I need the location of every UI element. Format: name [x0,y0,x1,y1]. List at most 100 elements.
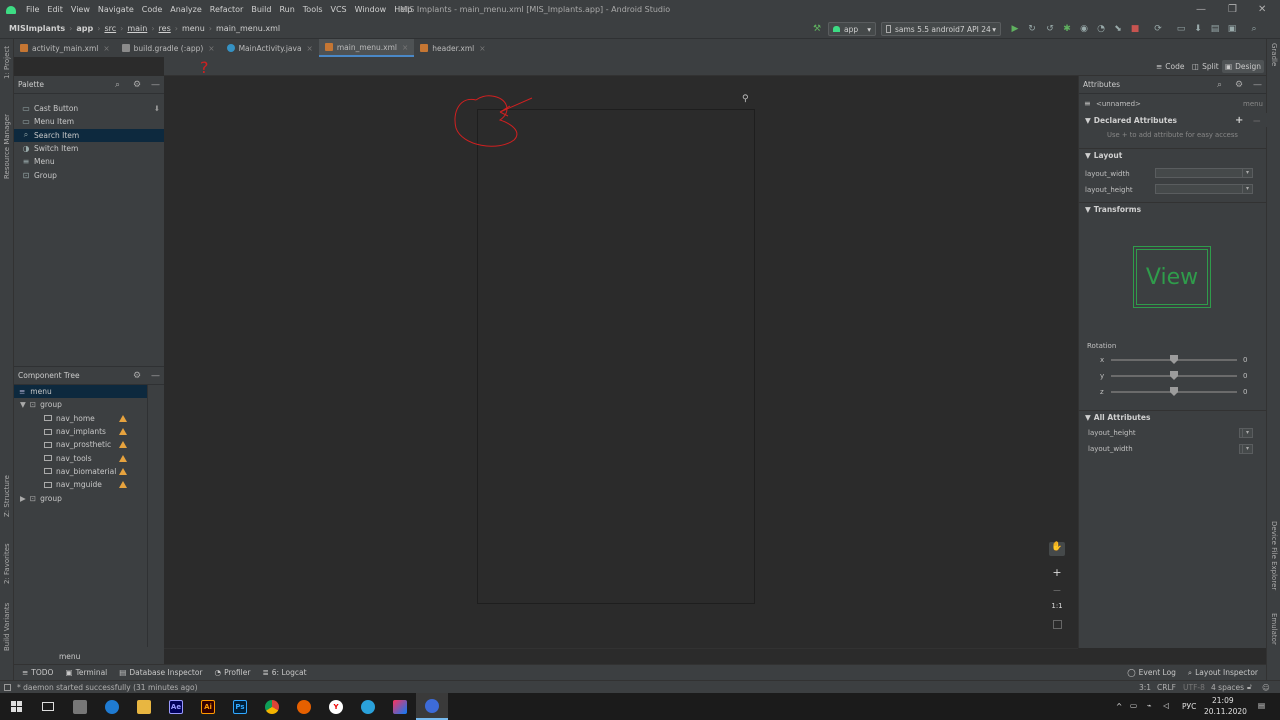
mode-design-button[interactable]: ▣ Design [1222,60,1264,73]
warning-icon[interactable] [119,454,127,462]
mode-split-button[interactable]: ◫ Split [1189,60,1222,73]
illustrator-taskbar-icon[interactable]: Ai [192,693,224,720]
gear-icon[interactable]: ⚙ [133,80,141,90]
pan-icon[interactable]: ✋ [1049,542,1065,556]
menu-analyze[interactable]: Analyze [166,5,206,14]
tool-window-resource-manager[interactable]: Resource Manager [3,114,11,179]
clock-time[interactable]: 21:09 [1212,696,1234,705]
status-panel-icon[interactable] [4,683,11,691]
tree-node-nav-tools[interactable]: nav_tools [14,451,147,464]
lock-icon[interactable]: 🔓︎ [1247,682,1252,692]
download-icon[interactable]: ⬇ [154,104,160,113]
tool-tab-logcat[interactable]: ≣ 6: Logcat [262,668,306,677]
run-config-select[interactable]: app ▾ [828,22,876,36]
tab-build-gradle[interactable]: build.gradle (:app) × [116,39,221,57]
tool-window-device-file-explorer[interactable]: Device File Explorer [1270,521,1278,590]
breadcrumb-module[interactable]: app [74,24,95,33]
sync-gradle-icon[interactable]: ⟳ [1153,24,1163,34]
tool-tab-profiler[interactable]: ◔ Profiler [215,668,251,677]
tray-chevron-up-icon[interactable]: ^ [1116,702,1122,711]
tool-tab-database-inspector[interactable]: ▤ Database Inspector [119,668,202,677]
palette-item-switch-item[interactable]: ◑ Switch Item [14,142,164,155]
keyboard-language[interactable]: РУС [1182,702,1196,711]
minimize-button[interactable]: — [1196,4,1206,15]
hide-icon[interactable]: — [1253,80,1262,90]
stop-icon[interactable]: ■ [1130,24,1140,34]
tool-tab-todo[interactable]: ≡ TODO [22,668,53,677]
breadcrumb-main[interactable]: main [125,24,149,33]
close-button[interactable]: ✕ [1258,4,1266,15]
search-icon[interactable]: ⌕ [1217,80,1222,90]
device-select[interactable]: sams 5.5 android7 API 24 ▾ [881,22,1001,36]
intellij-taskbar-icon[interactable] [384,693,416,720]
folder-taskbar-icon[interactable] [128,693,160,720]
zoom-actual-button[interactable]: 1:1 [1049,602,1065,614]
menu-vcs[interactable]: VCS [327,5,351,14]
zoom-out-icon[interactable]: − [1049,584,1065,598]
close-tab-icon[interactable]: × [307,44,313,53]
menu-file[interactable]: File [22,5,43,14]
breadcrumb-res[interactable]: res [157,24,173,33]
maximize-button[interactable]: ❒ [1228,4,1237,15]
terminal-icon[interactable]: ▣ [1227,24,1237,34]
warning-icon[interactable] [119,414,127,422]
menu-window[interactable]: Window [351,5,391,14]
breadcrumb-project[interactable]: MISImplants [7,24,67,33]
file-explorer-taskbar-icon[interactable] [64,693,96,720]
status-message[interactable]: * daemon started successfully (31 minute… [17,683,198,692]
close-tab-icon[interactable]: × [402,43,408,52]
search-icon[interactable]: ⌕ [1249,24,1259,34]
tool-tab-terminal[interactable]: ▣ Terminal [65,668,107,677]
warning-icon[interactable] [119,481,127,489]
all-layout-width-select[interactable]: ▾ [1239,444,1253,454]
warning-icon[interactable] [119,428,127,436]
all-attributes-section[interactable]: ▼ All Attributes [1079,410,1267,424]
menu-tools[interactable]: Tools [299,5,327,14]
tab-main-menu[interactable]: main_menu.xml × [318,39,415,57]
layout-section[interactable]: ▼ Layout [1079,148,1267,162]
layout-height-select[interactable]: ▾ [1155,184,1253,194]
sdk-manager-icon[interactable]: ⬇ [1193,24,1203,34]
bluetooth-icon[interactable]: ⌁ [1147,701,1152,710]
gear-icon[interactable]: ⚙ [133,371,141,381]
apply-code-changes-icon[interactable]: ↺ [1045,24,1055,34]
android-studio-taskbar-icon[interactable] [416,693,448,720]
tab-header[interactable]: header.xml × [414,39,491,57]
debug-icon[interactable]: ✱ [1062,24,1072,34]
menu-code[interactable]: Code [138,5,166,14]
structure-icon[interactable]: ▤ [1210,24,1220,34]
clock-date[interactable]: 20.11.2020 [1204,707,1247,716]
all-layout-height-select[interactable]: ▾ [1239,428,1253,438]
hammer-icon[interactable]: ⚒ [812,24,822,34]
breadcrumb-src[interactable]: src [102,24,118,33]
task-view-icon[interactable] [32,693,64,720]
warning-icon[interactable] [119,467,127,475]
tool-tab-event-log[interactable]: ◯ Event Log [1127,668,1176,677]
tool-window-gradle[interactable]: Gradle [1270,43,1278,66]
line-separator[interactable]: CRLF [1157,683,1176,692]
tool-window-favorites[interactable]: 2: Favorites [3,543,11,584]
close-tab-icon[interactable]: × [479,44,485,53]
mode-code-button[interactable]: ≡ Code [1153,60,1188,73]
menu-refactor[interactable]: Refactor [206,5,248,14]
avd-manager-icon[interactable]: ▭ [1176,24,1186,34]
hide-icon[interactable]: — [151,371,160,381]
firefox-taskbar-icon[interactable] [288,693,320,720]
palette-item-search-item[interactable]: ⌕ Search Item [14,128,164,142]
tree-node-nav-implants[interactable]: nav_implants [14,425,147,438]
menu-build[interactable]: Build [247,5,275,14]
tree-node-group[interactable]: ▼ ⊡ group [14,398,147,411]
close-tab-icon[interactable]: × [208,44,214,53]
breadcrumb-file[interactable]: main_menu.xml [214,24,282,33]
tree-scrollbar[interactable] [147,385,148,647]
tab-main-activity[interactable]: MainActivity.java × [221,39,319,57]
tool-window-build-variants[interactable]: Build Variants [3,603,11,651]
search-icon[interactable]: ⌕ [115,80,120,90]
palette-item-group[interactable]: ⊡ Group [14,168,164,181]
menu-edit[interactable]: Edit [43,5,67,14]
layout-width-select[interactable]: ▾ [1155,168,1253,178]
close-tab-icon[interactable]: × [103,44,109,53]
remove-attribute-icon[interactable]: — [1253,116,1261,125]
tool-window-project[interactable]: 1: Project [3,46,11,79]
tool-window-emulator[interactable]: Emulator [1270,613,1278,645]
